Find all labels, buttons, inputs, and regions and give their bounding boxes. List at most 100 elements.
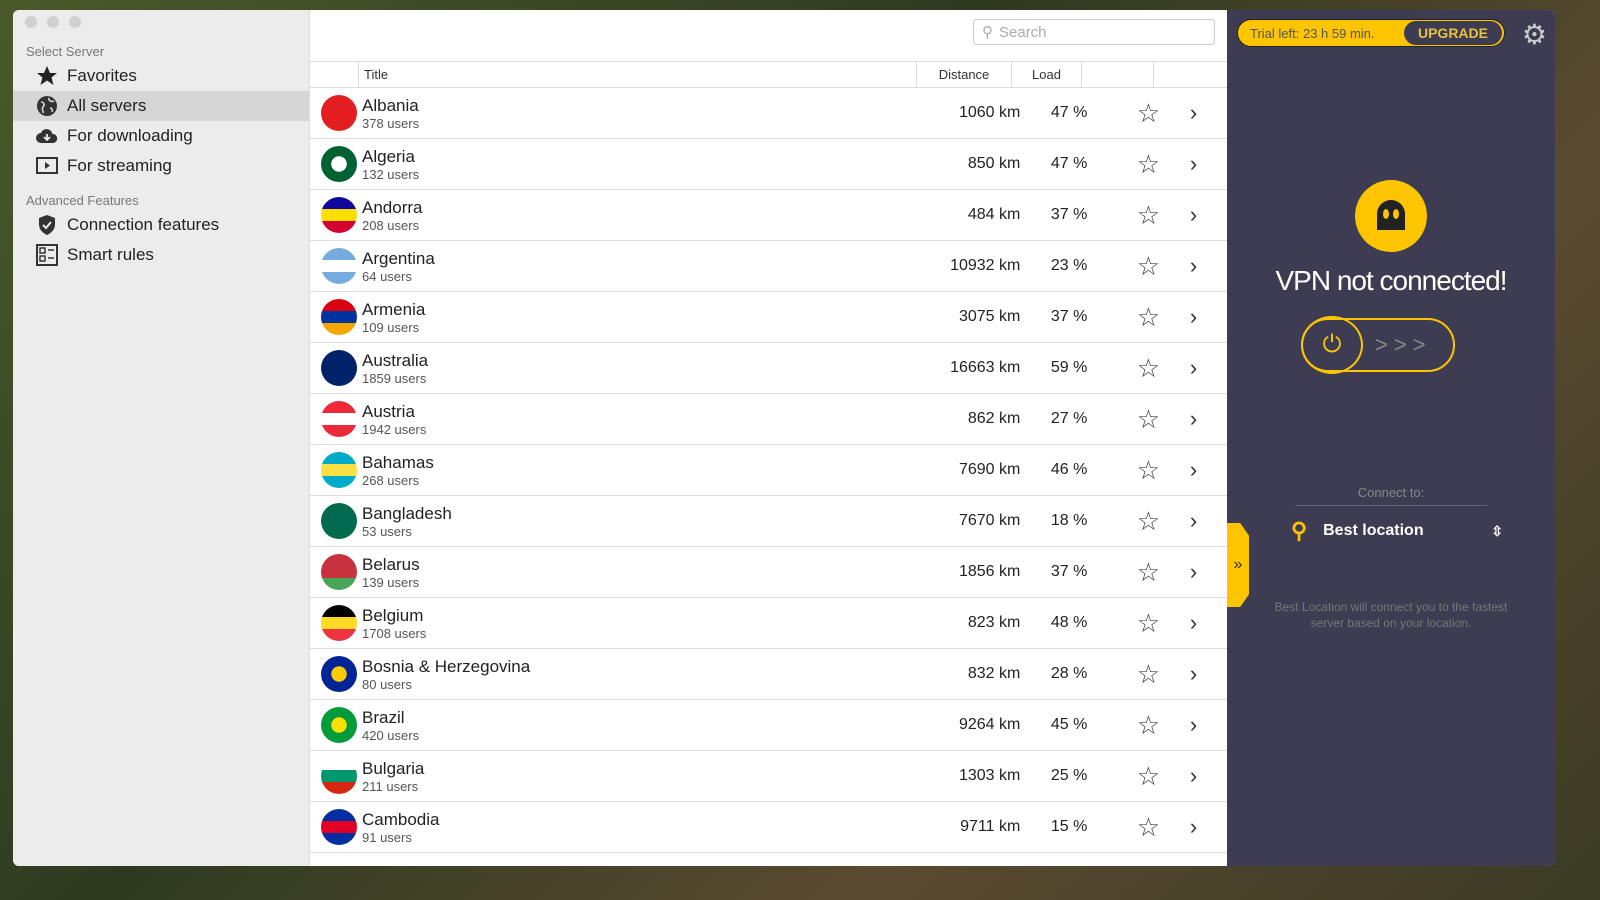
user-count: 132 users xyxy=(362,166,420,182)
user-count: 91 users xyxy=(362,829,412,845)
table-row[interactable]: Bangladesh 53 users 7670 km 18 % ☆ › xyxy=(310,496,1227,547)
server-list-pane: ⚲ Search Title Distance Load Albania 378 u… xyxy=(310,10,1227,866)
power-icon[interactable]: ⏻ xyxy=(1301,316,1363,374)
load-value: 37 % xyxy=(1050,206,1088,223)
favorite-star-icon[interactable]: ☆ xyxy=(1087,98,1160,129)
distance-value: 862 km xyxy=(967,410,1021,427)
user-count: 211 users xyxy=(362,778,419,794)
country-name: Cambodia xyxy=(362,809,440,829)
favorite-star-icon[interactable]: ☆ xyxy=(1087,557,1160,588)
server-name-cell: Cambodia 91 users xyxy=(362,810,898,845)
sidebar-item-all-servers[interactable]: All servers xyxy=(13,91,309,121)
server-name-cell: Bosnia & Herzegovina 80 users xyxy=(362,657,898,692)
search-icon: ⚲ xyxy=(982,24,993,41)
table-row[interactable]: Belarus 139 users 1856 km 37 % ☆ › xyxy=(310,547,1227,598)
chevron-right-icon[interactable]: › xyxy=(1160,100,1227,126)
favorite-star-icon[interactable]: ☆ xyxy=(1087,455,1160,486)
flag-icon xyxy=(321,758,357,794)
favorite-star-icon[interactable]: ☆ xyxy=(1087,302,1160,333)
server-name-cell: Belarus 139 users xyxy=(362,555,898,590)
favorite-star-icon[interactable]: ☆ xyxy=(1087,149,1160,180)
flag-icon xyxy=(321,401,357,437)
chevron-right-icon[interactable]: › xyxy=(1160,661,1227,687)
user-count: 1708 users xyxy=(362,625,427,641)
table-row[interactable]: Bosnia & Herzegovina 80 users 832 km 28 %… xyxy=(310,649,1227,700)
chevron-right-icon[interactable]: › xyxy=(1160,610,1227,636)
favorite-star-icon[interactable]: ☆ xyxy=(1087,710,1160,741)
table-row[interactable]: Andorra 208 users 484 km 37 % ☆ › xyxy=(310,190,1227,241)
chevron-right-icon[interactable]: › xyxy=(1160,712,1227,738)
flag-icon xyxy=(321,554,357,590)
user-count: 109 users xyxy=(362,319,420,335)
favorite-star-icon[interactable]: ☆ xyxy=(1087,761,1160,792)
table-row[interactable]: Brazil 420 users 9264 km 45 % ☆ › xyxy=(310,700,1227,751)
minimize-button[interactable] xyxy=(47,16,59,28)
favorite-star-icon[interactable]: ☆ xyxy=(1087,251,1160,282)
search-input[interactable]: ⚲ Search xyxy=(973,19,1215,45)
sidebar-item-smart-rules[interactable]: Smart rules xyxy=(13,240,309,270)
favorite-star-icon[interactable]: ☆ xyxy=(1087,608,1160,639)
user-count: 378 users xyxy=(362,115,420,131)
sidebar-item-connection-features[interactable]: Connection features xyxy=(13,210,309,240)
table-row[interactable]: Albania 378 users 1060 km 47 % ☆ › xyxy=(310,88,1227,139)
favorite-star-icon[interactable]: ☆ xyxy=(1087,812,1160,843)
country-name: Belarus xyxy=(362,554,420,574)
favorite-star-icon[interactable]: ☆ xyxy=(1087,659,1160,690)
load-value: 27 % xyxy=(1050,410,1088,427)
table-row[interactable]: Argentina 64 users 10932 km 23 % ☆ › xyxy=(310,241,1227,292)
close-button[interactable] xyxy=(25,16,37,28)
table-row[interactable]: Bahamas 268 users 7690 km 46 % ☆ › xyxy=(310,445,1227,496)
country-name: Belgium xyxy=(362,605,424,625)
connect-slider[interactable]: ⏻ >>> xyxy=(1301,316,1455,374)
chevron-right-icon[interactable]: › xyxy=(1160,253,1227,279)
table-row[interactable]: Armenia 109 users 3075 km 37 % ☆ › xyxy=(310,292,1227,343)
chevron-right-icon[interactable]: › xyxy=(1160,814,1227,840)
table-row[interactable]: Belgium 1708 users 823 km 48 % ☆ › xyxy=(310,598,1227,649)
upgrade-button[interactable]: UPGRADE xyxy=(1403,21,1502,45)
chevron-right-icon[interactable]: › xyxy=(1160,457,1227,483)
distance-value: 7670 km xyxy=(958,512,1021,529)
favorite-star-icon[interactable]: ☆ xyxy=(1087,200,1160,231)
gear-icon[interactable]: ⚙ xyxy=(1522,18,1547,51)
server-name-cell: Bulgaria 211 users xyxy=(362,759,898,794)
flag-icon xyxy=(321,503,357,539)
table-row[interactable]: Austria 1942 users 862 km 27 % ☆ › xyxy=(310,394,1227,445)
favorite-star-icon[interactable]: ☆ xyxy=(1087,404,1160,435)
chevron-right-icon[interactable]: › xyxy=(1160,304,1227,330)
country-name: Armenia xyxy=(362,299,426,319)
header-distance[interactable]: Distance xyxy=(917,62,1012,87)
connection-status: VPN not connected! xyxy=(1275,265,1507,296)
location-hint: Best Location will connect you to the fa… xyxy=(1274,600,1508,630)
zoom-button[interactable] xyxy=(69,16,81,28)
chevron-right-icon[interactable]: › xyxy=(1160,355,1227,381)
country-name: Austria xyxy=(362,401,415,421)
chevron-right-icon[interactable]: › xyxy=(1160,508,1227,534)
load-value: 47 % xyxy=(1050,104,1088,121)
chevron-right-icon[interactable]: › xyxy=(1160,151,1227,177)
header-load[interactable]: Load xyxy=(1012,62,1082,87)
table-row[interactable]: Australia 1859 users 16663 km 59 % ☆ › xyxy=(310,343,1227,394)
chevron-right-icon[interactable]: › xyxy=(1160,202,1227,228)
expand-panel-tab[interactable]: » xyxy=(1227,523,1249,607)
chevron-right-icon[interactable]: › xyxy=(1160,406,1227,432)
sidebar-item-for-streaming[interactable]: For streaming xyxy=(13,151,309,181)
table-row[interactable]: Bulgaria 211 users 1303 km 25 % ☆ › xyxy=(310,751,1227,802)
table-row[interactable]: Algeria 132 users 850 km 47 % ☆ › xyxy=(310,139,1227,190)
favorite-star-icon[interactable]: ☆ xyxy=(1087,506,1160,537)
header-title[interactable]: Title xyxy=(359,62,917,87)
load-value: 28 % xyxy=(1050,665,1088,682)
user-count: 420 users xyxy=(362,727,420,743)
sidebar-item-favorites[interactable]: Favorites xyxy=(13,61,309,91)
flag-icon xyxy=(321,656,357,692)
load-value: 18 % xyxy=(1050,512,1088,529)
flag-icon xyxy=(321,809,357,845)
country-name: Bosnia & Herzegovina xyxy=(362,656,531,676)
sidebar-item-for-downloading[interactable]: For downloading xyxy=(13,121,309,151)
table-row[interactable]: Cambodia 91 users 9711 km 15 % ☆ › xyxy=(310,802,1227,853)
location-selector[interactable]: ⚲ Best location ⇳ xyxy=(1291,518,1503,544)
favorite-star-icon[interactable]: ☆ xyxy=(1087,353,1160,384)
up-down-chevron-icon: ⇳ xyxy=(1491,522,1503,539)
ghost-logo-icon xyxy=(1355,180,1427,252)
chevron-right-icon[interactable]: › xyxy=(1160,559,1227,585)
chevron-right-icon[interactable]: › xyxy=(1160,763,1227,789)
